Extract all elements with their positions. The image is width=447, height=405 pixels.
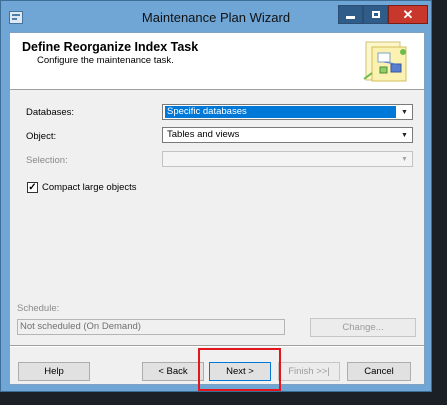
- object-value: Tables and views: [167, 129, 240, 140]
- object-label: Object:: [26, 131, 57, 142]
- minimize-button[interactable]: [338, 5, 363, 24]
- page-title: Define Reorganize Index Task: [22, 40, 199, 54]
- maximize-button[interactable]: [363, 5, 388, 24]
- databases-label: Databases:: [26, 107, 75, 118]
- title-bar[interactable]: Maintenance Plan Wizard ✕: [1, 1, 431, 31]
- databases-dropdown[interactable]: Specific databases ▼: [162, 104, 413, 120]
- compact-large-objects-label[interactable]: Compact large objects: [42, 182, 137, 193]
- back-button[interactable]: < Back: [142, 362, 204, 381]
- close-icon: ✕: [402, 6, 414, 22]
- close-button[interactable]: ✕: [388, 5, 428, 24]
- wizard-client-area: Define Reorganize Index Task Configure t…: [9, 32, 425, 385]
- maximize-icon: [371, 11, 380, 18]
- selection-dropdown[interactable]: ▼: [162, 151, 413, 167]
- selection-label: Selection:: [26, 155, 68, 166]
- wizard-window: Maintenance Plan Wizard ✕ Define Reorgan…: [0, 0, 432, 392]
- next-button-highlight: [198, 348, 281, 391]
- wizard-header: Define Reorganize Index Task Configure t…: [10, 33, 424, 90]
- checkmark-icon: ✓: [28, 182, 37, 193]
- finish-button[interactable]: Finish >>|: [278, 362, 340, 381]
- selection-value: [165, 153, 169, 165]
- schedule-label: Schedule:: [17, 303, 60, 314]
- minimize-icon: [346, 16, 355, 19]
- databases-value: Specific databases: [165, 106, 396, 118]
- chevron-down-icon: ▼: [401, 131, 408, 139]
- footer-divider: [10, 345, 424, 347]
- compact-large-objects-checkbox[interactable]: ✓: [27, 182, 38, 193]
- chevron-down-icon: ▼: [401, 108, 408, 116]
- wizard-graphic-icon: [363, 41, 407, 82]
- chevron-down-icon: ▼: [401, 155, 408, 163]
- page-subtitle: Configure the maintenance task.: [37, 55, 174, 66]
- change-schedule-button[interactable]: Change...: [310, 318, 416, 337]
- object-dropdown[interactable]: Tables and views ▼: [162, 127, 413, 143]
- help-button[interactable]: Help: [18, 362, 90, 381]
- cancel-button[interactable]: Cancel: [347, 362, 411, 381]
- schedule-field[interactable]: Not scheduled (On Demand): [17, 319, 285, 335]
